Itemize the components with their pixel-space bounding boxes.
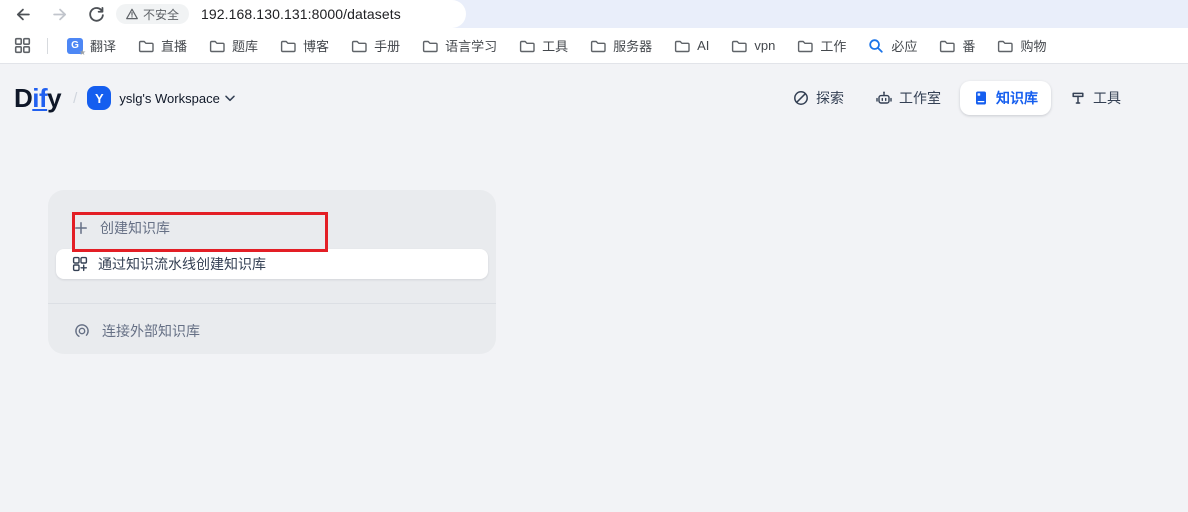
folder-icon	[519, 38, 535, 54]
bookmark-label: 语言学习	[445, 36, 497, 55]
folder-icon	[138, 38, 154, 54]
bookmark-folder[interactable]: 购物	[986, 33, 1057, 59]
nav-label: 工作室	[899, 88, 941, 108]
bookmark-folder[interactable]: 语言学习	[411, 33, 508, 59]
browser-toolbar: 不安全 192.168.130.131:8000/datasets	[0, 0, 1188, 28]
workspace-avatar[interactable]: Y	[87, 86, 111, 110]
create-knowledge-label: 创建知识库	[100, 218, 170, 238]
dify-logo: Dify	[14, 83, 61, 114]
nav-item-tools[interactable]: 工具	[1057, 81, 1134, 115]
bookmark-folder[interactable]: 服务器	[579, 33, 663, 59]
folder-icon	[590, 38, 606, 54]
bookmark-folder[interactable]: 手册	[340, 33, 411, 59]
folder-icon	[351, 38, 367, 54]
nav-item-studio[interactable]: 工作室	[863, 81, 954, 115]
bookmark-label: 购物	[1020, 36, 1046, 55]
bookmark-label: 工具	[542, 36, 568, 55]
create-knowledge-option[interactable]: 创建知识库	[74, 208, 170, 248]
explore-icon	[793, 90, 809, 106]
apps-grid-icon[interactable]	[12, 37, 33, 54]
bookmarks-bar: G★ 翻译 直播 题库 博客 手册 语言学习 工具 服务器	[0, 28, 1188, 64]
bookmark-label: 工作	[820, 36, 846, 55]
app-header: Dify / Y yslg's Workspace 探索 工作室	[14, 78, 1174, 118]
plus-icon	[74, 221, 88, 235]
chevron-down-icon[interactable]	[225, 95, 235, 102]
bookmark-label: 番	[962, 36, 975, 55]
bookmark-folder[interactable]: 题库	[198, 33, 269, 59]
nav-item-knowledge[interactable]: 知识库	[960, 81, 1051, 115]
external-knowledge-icon	[74, 323, 90, 339]
security-chip[interactable]: 不安全	[116, 4, 189, 24]
folder-icon	[997, 38, 1013, 54]
bookmark-folder[interactable]: 番	[928, 33, 986, 59]
knowledge-icon	[973, 90, 989, 106]
folder-icon	[209, 38, 225, 54]
folder-icon	[939, 38, 955, 54]
bookmark-folder[interactable]: AI	[663, 33, 720, 59]
breadcrumb-separator: /	[73, 90, 77, 107]
create-knowledge-card: 创建知识库 通过知识流水线创建知识库 连接外部知识库	[48, 190, 496, 354]
create-pipeline-option[interactable]: 通过知识流水线创建知识库	[56, 249, 488, 279]
folder-icon	[422, 38, 438, 54]
tools-icon	[1070, 90, 1086, 106]
bookmark-folder[interactable]: 博客	[269, 33, 340, 59]
folder-icon	[797, 38, 813, 54]
card-divider	[48, 303, 496, 304]
studio-icon	[876, 90, 892, 106]
bookmark-folder[interactable]: 工具	[508, 33, 579, 59]
forward-icon[interactable]	[51, 5, 69, 23]
warning-icon	[126, 8, 138, 20]
bookmark-folder[interactable]: 直播	[127, 33, 198, 59]
bookmarks-divider	[47, 38, 48, 54]
nav-label: 知识库	[996, 88, 1038, 108]
url-text: 192.168.130.131:8000/datasets	[201, 6, 401, 22]
folder-icon	[280, 38, 296, 54]
connect-external-option[interactable]: 连接外部知识库	[74, 316, 200, 346]
bookmark-label: 服务器	[613, 36, 652, 55]
bookmark-label: 题库	[232, 36, 258, 55]
bookmark-label: vpn	[754, 38, 775, 53]
bookmark-label: 必应	[891, 36, 917, 55]
bookmark-translate[interactable]: G★ 翻译	[56, 33, 127, 59]
search-icon	[868, 38, 884, 54]
bookmark-label: 手册	[374, 36, 400, 55]
pipeline-blocks-icon	[72, 256, 88, 272]
bookmark-folder[interactable]: 工作	[786, 33, 857, 59]
translate-icon: G★	[67, 38, 83, 54]
bookmark-label: 翻译	[90, 36, 116, 55]
connect-external-label: 连接外部知识库	[102, 321, 200, 341]
bookmark-label: AI	[697, 38, 709, 53]
bookmark-label: 博客	[303, 36, 329, 55]
bookmark-bing[interactable]: 必应	[857, 33, 928, 59]
browser-window: 不安全 192.168.130.131:8000/datasets G★ 翻译 …	[0, 0, 1188, 512]
bookmark-folder[interactable]: vpn	[720, 33, 786, 59]
nav-label: 探索	[816, 88, 844, 108]
workspace-name[interactable]: yslg's Workspace	[119, 91, 220, 106]
back-icon[interactable]	[13, 5, 31, 23]
main-nav: 探索 工作室 知识库 工具	[780, 81, 1174, 115]
bookmark-label: 直播	[161, 36, 187, 55]
folder-icon	[731, 38, 747, 54]
security-label: 不安全	[143, 6, 179, 23]
nav-item-explore[interactable]: 探索	[780, 81, 857, 115]
refresh-icon[interactable]	[87, 5, 105, 23]
create-pipeline-label: 通过知识流水线创建知识库	[98, 254, 266, 274]
folder-icon	[674, 38, 690, 54]
nav-label: 工具	[1093, 88, 1121, 108]
address-bar[interactable]: 不安全 192.168.130.131:8000/datasets	[116, 0, 401, 28]
